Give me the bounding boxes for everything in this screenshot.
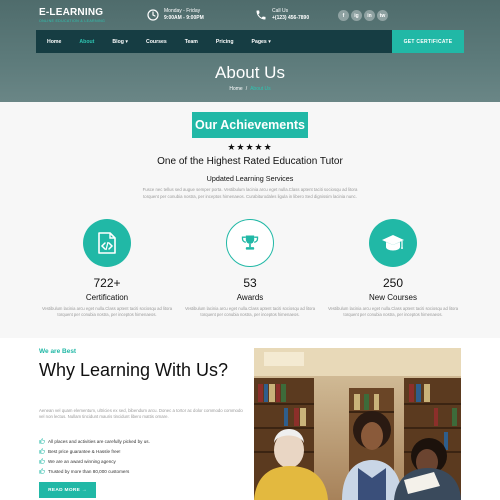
nav-pages[interactable]: Pages ▾	[252, 39, 271, 45]
why-kicker: We are Best	[39, 348, 77, 355]
list-item: Trusted by more than 80,000 customers	[39, 466, 150, 476]
list-item: All places and activities are carefully …	[39, 436, 150, 446]
achievements-title: One of the Highest Rated Education Tutor	[157, 156, 343, 167]
why-list: All places and activities are carefully …	[39, 436, 150, 476]
call-us[interactable]: Call Us +(123) 456-7890	[255, 8, 309, 22]
twitter-icon[interactable]: tw	[377, 10, 388, 21]
students-library-photo	[254, 348, 461, 500]
facebook-icon[interactable]: f	[338, 10, 349, 21]
achievements-section: Our Achievements ★★★★★ One of the Highes…	[0, 102, 500, 338]
breadcrumb-current: About Us	[250, 86, 271, 92]
phone-icon	[256, 10, 266, 20]
why-paragraph: Aenean vel quam elementum, ultricies ex …	[39, 408, 243, 420]
nav-pricing[interactable]: Pricing	[216, 39, 234, 45]
trophy-icon	[241, 235, 259, 250]
site-logo[interactable]: E-LEARNING	[39, 7, 103, 18]
hours-days: Monday - Friday	[164, 8, 201, 14]
nav-home[interactable]: Home	[47, 39, 61, 45]
stat-value: 53	[243, 276, 257, 290]
list-item-text: We are an award winning agency	[48, 458, 116, 464]
thumbs-up-icon	[39, 448, 45, 454]
read-more-button[interactable]: READ MORE →	[39, 482, 96, 498]
stat-value: 250	[382, 276, 404, 290]
thumbs-up-icon	[39, 438, 45, 444]
hero-banner: E-LEARNING ONLINE EDUCATION & LEARNING M…	[0, 0, 500, 102]
stat-certification: 722+ Certification Vestibulum lacinia ar…	[32, 219, 182, 319]
hours-time: 9:00AM - 9:00PM	[164, 15, 204, 21]
nav-blog[interactable]: Blog ▾	[112, 39, 128, 45]
breadcrumb-separator: /	[245, 86, 248, 92]
page-title: About Us	[215, 63, 285, 82]
thumbs-up-icon	[39, 458, 45, 464]
stat-icon-circle	[226, 219, 274, 267]
linkedin-icon[interactable]: in	[364, 10, 375, 21]
stat-icon-circle	[369, 219, 417, 267]
achievements-subtitle: Updated Learning Services	[206, 174, 294, 183]
nav-about[interactable]: About	[79, 39, 94, 45]
list-item-text: Trusted by more than 80,000 customers	[48, 468, 130, 474]
rating-stars: ★★★★★	[227, 142, 273, 152]
stat-label: New Courses	[368, 293, 417, 302]
phone-number[interactable]: +(123) 456-7890	[272, 15, 309, 22]
get-certificate-button[interactable]: GET CERTIFICATE	[392, 30, 464, 53]
call-label: Call Us	[272, 8, 289, 14]
top-bar: E-LEARNING ONLINE EDUCATION & LEARNING M…	[0, 0, 500, 30]
nav-team[interactable]: Team	[185, 39, 198, 45]
list-item-text: All places and activities are carefully …	[48, 438, 150, 444]
graduation-cap-icon	[382, 235, 404, 251]
code-file-icon	[98, 232, 116, 254]
stat-value: 722+	[93, 276, 121, 290]
achievements-heading: Our Achievements	[192, 112, 308, 138]
breadcrumb: Home / About Us	[0, 86, 500, 92]
stat-new-courses: 250 New Courses Vestibulum lacinia arcu …	[318, 219, 468, 319]
stat-label: Certification	[85, 293, 129, 302]
stat-description: Vestibulum lacinia arcu eget nulla.Class…	[184, 306, 316, 318]
main-nav: Home About Blog ▾ Courses Team Pricing P…	[36, 30, 464, 53]
list-item-text: Best price guarantee & Hassle free!	[48, 448, 121, 454]
breadcrumb-home[interactable]: Home	[229, 86, 242, 92]
clock-icon	[147, 9, 159, 21]
achievements-paragraph: Fusce nec tellus sed augue semper porta.…	[142, 187, 358, 199]
stat-label: Awards	[236, 293, 264, 302]
library-photo-illustration	[254, 348, 461, 500]
stat-awards: 53 Awards Vestibulum lacinia arcu eget n…	[175, 219, 325, 319]
nav-courses[interactable]: Courses	[146, 39, 167, 45]
stat-icon-circle	[83, 219, 131, 267]
instagram-icon[interactable]: ig	[351, 10, 362, 21]
opening-hours: Monday - Friday 9:00AM - 9:00PM	[147, 8, 204, 22]
stat-description: Vestibulum lacinia arcu eget nulla.Class…	[41, 306, 173, 318]
list-item: Best price guarantee & Hassle free!	[39, 446, 150, 456]
list-item: We are an award winning agency	[39, 456, 150, 466]
social-links: f ig in tw	[338, 10, 388, 21]
thumbs-up-icon	[39, 468, 45, 474]
site-tagline: ONLINE EDUCATION & LEARNING	[39, 19, 106, 23]
why-title: Why Learning With Us?	[39, 360, 229, 380]
stat-description: Vestibulum lacinia arcu eget nulla.Class…	[327, 306, 459, 318]
